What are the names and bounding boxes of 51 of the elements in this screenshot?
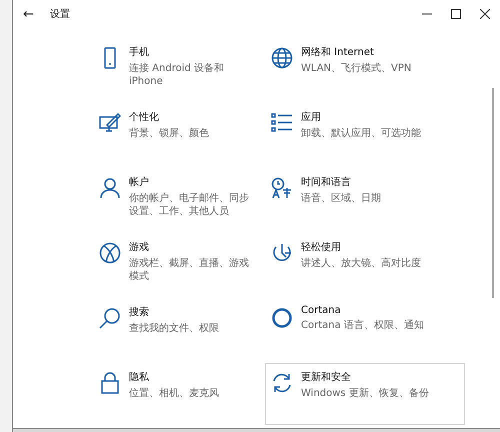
category-description: 查找我的文件、权限 <box>129 322 219 335</box>
settings-category[interactable]: 网络和 Internet WLAN、飞行模式、VPN <box>265 38 465 100</box>
category-description: 连接 Android 设备和 iPhone <box>129 62 226 88</box>
category-description: 讲述人、放大镜、高对比度 <box>301 257 421 270</box>
lock-icon <box>99 372 121 394</box>
category-title: Cortana <box>301 305 342 316</box>
category-title: 个性化 <box>129 110 160 124</box>
category-title: 搜索 <box>129 306 150 319</box>
settings-category[interactable]: 搜索 查找我的文件、权限 <box>93 298 261 360</box>
category-title: 手机 <box>129 46 150 59</box>
category-description: 卸载、默认应用、可选功能 <box>301 127 421 140</box>
category-description: WLAN、飞行模式、VPN <box>301 62 412 75</box>
category-title: 隐私 <box>129 371 150 384</box>
settings-category[interactable]: 帐户 你的帐户、电子邮件、同步设置、工作、其他人员 <box>93 168 261 230</box>
settings-category[interactable]: 时间和语言 语音、区域、日期 <box>265 168 465 230</box>
category-title: 轻松使用 <box>301 240 342 254</box>
settings-category[interactable]: 更新和安全 Windows 更新、恢复、备份 <box>265 363 465 425</box>
settings-category[interactable]: 轻松使用 讲述人、放大镜、高对比度 <box>265 233 465 295</box>
circle-icon <box>271 307 293 329</box>
xbox-icon <box>99 242 121 264</box>
category-description: Windows 更新、恢复、备份 <box>301 387 429 400</box>
window-title: 设置 <box>50 8 70 21</box>
search-icon <box>99 307 121 329</box>
category-description: 你的帐户、电子邮件、同步设置、工作、其他人员 <box>129 192 250 218</box>
pen-monitor-icon <box>99 112 121 134</box>
category-description: 游戏栏、截屏、直播、游戏模式 <box>129 257 250 283</box>
list-icon <box>271 112 293 134</box>
clock-letter-icon <box>271 177 293 199</box>
category-title: 游戏 <box>129 240 150 254</box>
maximize-icon[interactable] <box>451 9 461 19</box>
settings-category[interactable]: 应用 卸载、默认应用、可选功能 <box>265 103 465 165</box>
category-title: 网络和 Internet <box>301 46 375 59</box>
category-description: 语音、区域、日期 <box>301 192 381 205</box>
refresh-icon <box>271 372 293 394</box>
category-description: 背景、锁屏、颜色 <box>129 127 209 140</box>
globe-icon <box>271 47 293 69</box>
category-description: Cortana 语言、权限、通知 <box>301 319 424 332</box>
category-description: 位置、相机、麦克风 <box>129 387 219 400</box>
settings-category[interactable]: 手机 连接 Android 设备和 iPhone <box>93 38 261 100</box>
category-title: 应用 <box>301 110 322 124</box>
settings-category[interactable]: 隐私 位置、相机、麦克风 <box>93 363 261 425</box>
settings-category[interactable]: Cortana Cortana 语言、权限、通知 <box>265 298 465 360</box>
settings-category[interactable]: 游戏 游戏栏、截屏、直播、游戏模式 <box>93 233 261 295</box>
person-icon <box>99 177 121 199</box>
close-icon[interactable] <box>480 9 490 19</box>
ease-of-access-icon <box>271 242 293 264</box>
scrollbar[interactable] <box>492 88 494 298</box>
category-title: 帐户 <box>129 176 150 189</box>
category-title: 时间和语言 <box>301 176 352 189</box>
settings-category[interactable]: 个性化 背景、锁屏、颜色 <box>93 103 261 165</box>
category-title: 更新和安全 <box>301 370 352 384</box>
